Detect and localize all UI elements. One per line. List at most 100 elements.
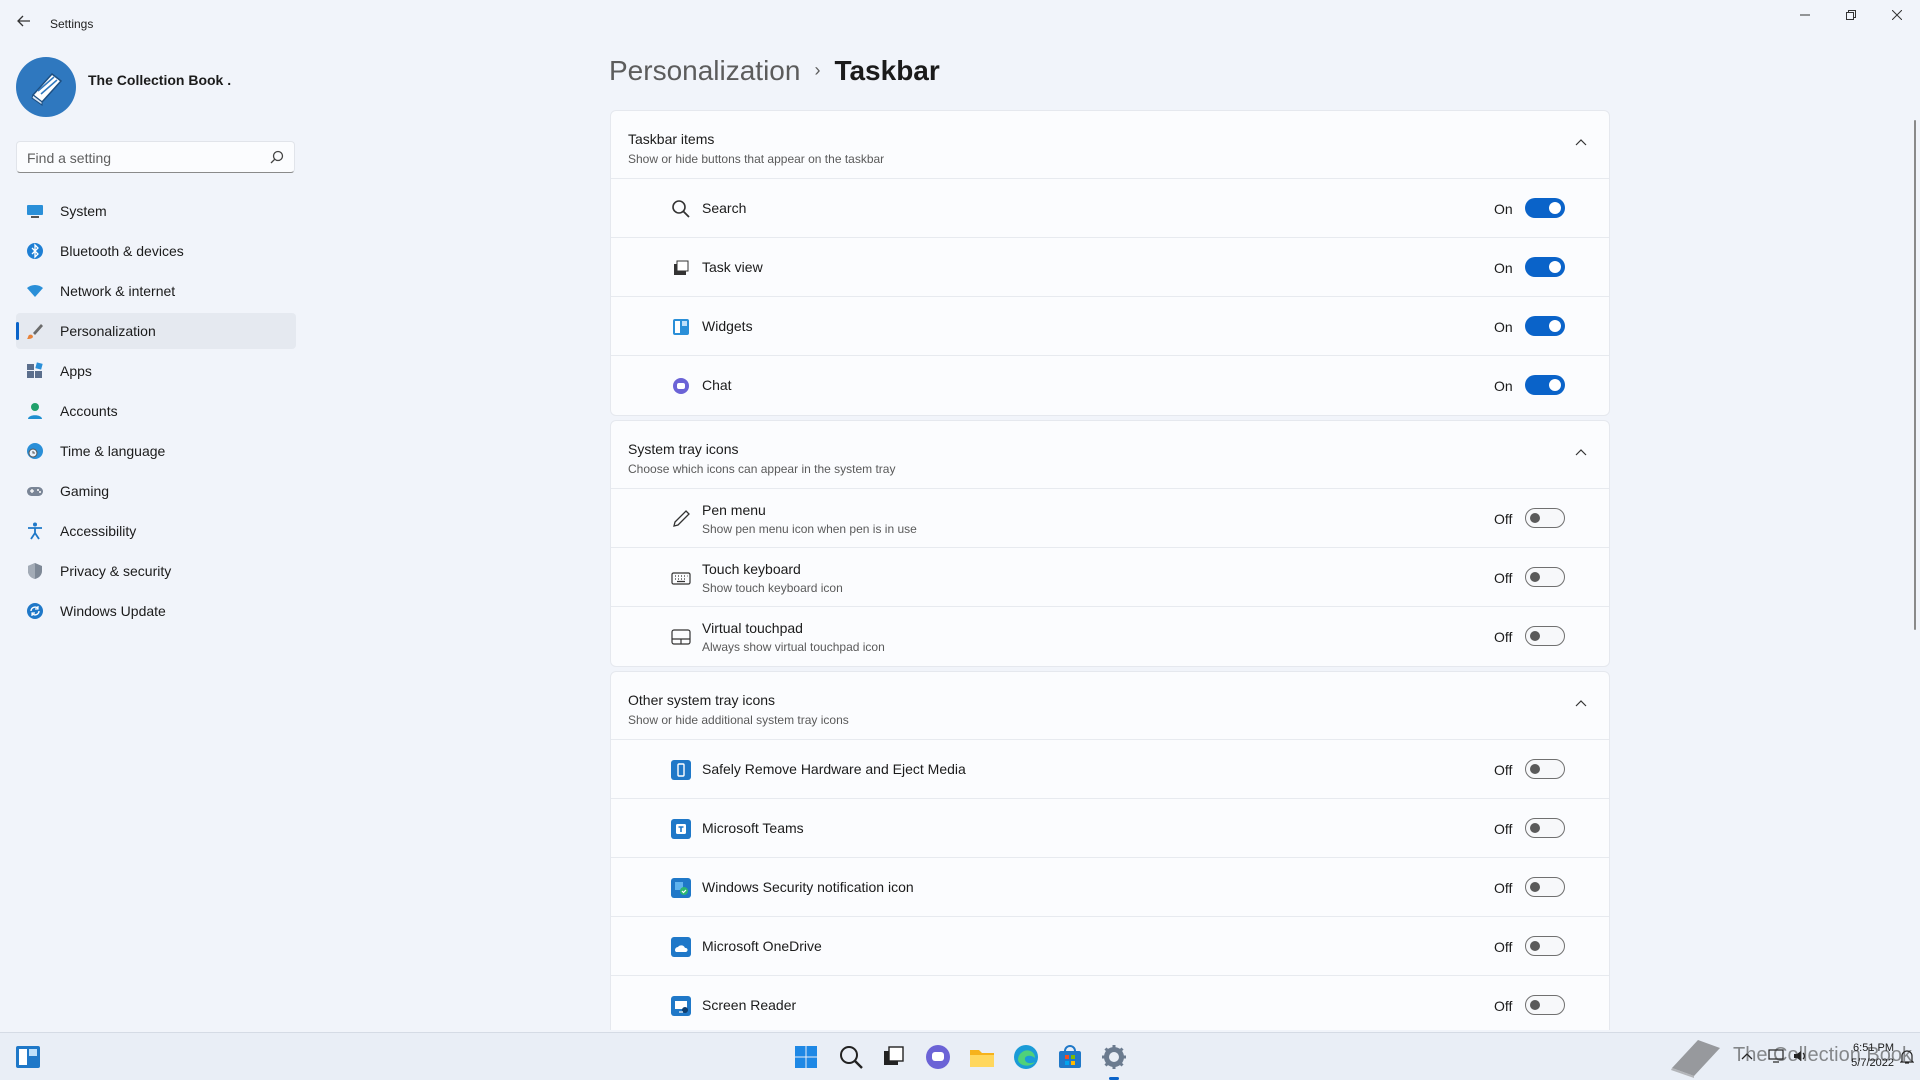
touch-keyboard-toggle[interactable] <box>1525 567 1565 587</box>
group-title: Other system tray icons <box>628 692 776 708</box>
setting-row-screen-reader: Screen Reader Off <box>611 976 1609 1030</box>
sidebar-item-system[interactable]: System <box>16 193 296 229</box>
title-bar: Settings <box>0 0 1920 48</box>
scrollbar[interactable] <box>1914 120 1916 630</box>
setting-row-windows-security: Windows Security notification icon Off <box>611 858 1609 917</box>
sidebar-item-windows-update[interactable]: Windows Update <box>16 593 296 629</box>
sidebar-item-personalization[interactable]: Personalization <box>16 313 296 349</box>
group-header[interactable]: Taskbar items Show or hide buttons that … <box>611 111 1609 179</box>
sidebar-item-label: Bluetooth & devices <box>60 243 184 259</box>
close-button[interactable] <box>1874 0 1920 32</box>
arrow-left-icon[interactable] <box>14 14 34 34</box>
windows-security-toggle[interactable] <box>1525 877 1565 897</box>
setting-label: Screen Reader <box>702 997 797 1013</box>
sidebar-item-label: Privacy & security <box>60 563 172 579</box>
setting-label: Windows Security notification icon <box>702 879 914 895</box>
apps-icon <box>27 362 43 378</box>
touchpad-icon <box>671 629 691 645</box>
keyboard-icon <box>671 572 691 585</box>
setting-row-task-view: Task view On <box>611 238 1609 297</box>
safely-remove-toggle[interactable] <box>1525 759 1565 779</box>
chat-icon[interactable] <box>924 1043 952 1071</box>
breadcrumb-separator: › <box>814 60 821 80</box>
start-icon[interactable] <box>792 1043 820 1071</box>
sidebar-item-time-language[interactable]: Time & language <box>16 433 296 469</box>
onedrive-toggle[interactable] <box>1525 936 1565 956</box>
task-view-toggle[interactable] <box>1525 257 1565 277</box>
sidebar-item-gaming[interactable]: Gaming <box>16 473 296 509</box>
group-subtitle: Show or hide additional system tray icon… <box>628 713 849 727</box>
chevron-up-icon[interactable] <box>1575 698 1587 710</box>
person-icon <box>28 403 42 419</box>
setting-row-widgets: Widgets On <box>611 297 1609 356</box>
restore-button[interactable] <box>1828 0 1874 32</box>
task-view-icon <box>674 260 689 275</box>
task-view-icon[interactable] <box>880 1043 908 1071</box>
store-icon[interactable] <box>1056 1043 1084 1071</box>
setting-description: Show touch keyboard icon <box>702 581 843 595</box>
accessibility-icon <box>28 522 42 540</box>
search-input[interactable]: Find a setting <box>16 141 295 173</box>
sidebar-item-bluetooth[interactable]: Bluetooth & devices <box>16 233 296 269</box>
group-subtitle: Show or hide buttons that appear on the … <box>628 152 885 166</box>
restore-icon <box>1846 10 1856 20</box>
group-title: Taskbar items <box>628 131 715 147</box>
edge-icon[interactable] <box>1012 1043 1040 1071</box>
screen-reader-toggle[interactable] <box>1525 995 1565 1015</box>
setting-row-safely-remove: Safely Remove Hardware and Eject Media O… <box>611 740 1609 799</box>
toggle-state: On <box>1494 201 1513 217</box>
group-taskbar-items: Taskbar items Show or hide buttons that … <box>610 110 1610 416</box>
toggle-state: On <box>1494 378 1513 394</box>
toggle-state: Off <box>1494 998 1513 1014</box>
setting-label: Touch keyboard <box>702 561 801 577</box>
chat-toggle[interactable] <box>1525 375 1565 395</box>
update-icon <box>27 603 43 619</box>
sidebar-item-privacy-security[interactable]: Privacy & security <box>16 553 296 589</box>
brush-icon <box>27 324 43 339</box>
file-explorer-icon[interactable] <box>968 1043 996 1071</box>
setting-description: Always show virtual touchpad icon <box>702 640 885 654</box>
sidebar-item-accessibility[interactable]: Accessibility <box>16 513 296 549</box>
sidebar-item-label: Apps <box>60 363 92 379</box>
shield-icon <box>28 563 42 579</box>
group-header[interactable]: System tray icons Choose which icons can… <box>611 421 1609 489</box>
toggle-state: On <box>1494 260 1513 276</box>
sidebar-item-label: Accounts <box>60 403 118 419</box>
search-icon <box>270 150 284 164</box>
minimize-button[interactable] <box>1782 0 1828 32</box>
watermark-text: The Collection Book <box>1733 1044 1912 1066</box>
search-toggle[interactable] <box>1525 198 1565 218</box>
setting-label: Microsoft OneDrive <box>702 938 822 954</box>
breadcrumb-parent[interactable]: Personalization <box>609 55 800 86</box>
widgets-icon[interactable] <box>14 1043 42 1071</box>
group-subtitle: Choose which icons can appear in the sys… <box>628 462 896 476</box>
sidebar-item-accounts[interactable]: Accounts <box>16 393 296 429</box>
setting-row-pen-menu: Pen menu Show pen menu icon when pen is … <box>611 489 1609 548</box>
toggle-state: Off <box>1494 629 1513 645</box>
sidebar-item-label: Personalization <box>60 323 156 339</box>
setting-label: Task view <box>702 259 763 275</box>
virtual-touchpad-toggle[interactable] <box>1525 626 1565 646</box>
toggle-state: Off <box>1494 880 1513 896</box>
setting-label: Safely Remove Hardware and Eject Media <box>702 761 966 777</box>
sidebar-item-label: Network & internet <box>60 283 176 299</box>
widgets-toggle[interactable] <box>1525 316 1565 336</box>
sidebar-item-label: Time & language <box>60 443 166 459</box>
teams-icon <box>671 819 691 839</box>
settings-icon <box>1102 1045 1126 1069</box>
sidebar-item-apps[interactable]: Apps <box>16 353 296 389</box>
search-icon <box>672 200 690 218</box>
pen-menu-toggle[interactable] <box>1525 508 1565 528</box>
settings-taskbar-button[interactable] <box>1100 1043 1128 1080</box>
search-icon[interactable] <box>837 1043 865 1071</box>
teams-toggle[interactable] <box>1525 818 1565 838</box>
chat-icon <box>673 378 689 394</box>
widgets-icon <box>673 319 689 335</box>
group-header[interactable]: Other system tray icons Show or hide add… <box>611 672 1609 740</box>
chevron-up-icon[interactable] <box>1575 447 1587 459</box>
setting-label: Chat <box>702 377 732 393</box>
sidebar-item-network[interactable]: Network & internet <box>16 273 296 309</box>
toggle-state: Off <box>1494 570 1513 586</box>
setting-label: Search <box>702 200 747 216</box>
chevron-up-icon[interactable] <box>1575 137 1587 149</box>
